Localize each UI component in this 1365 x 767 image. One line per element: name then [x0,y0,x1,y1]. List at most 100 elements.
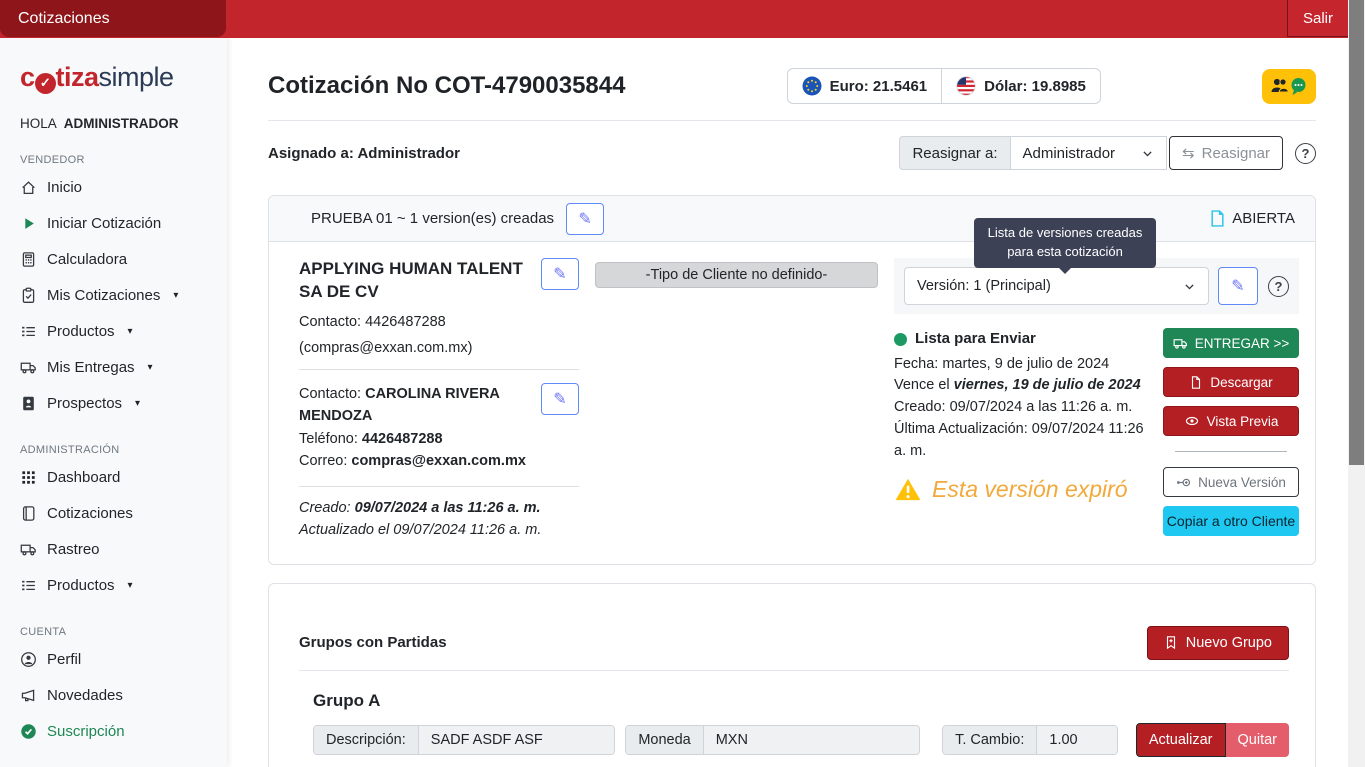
logo-text-c: c [20,62,35,92]
version-updated-line: Última Actualización: 09/07/2024 11:26 a… [894,419,1155,463]
preview-label: Vista Previa [1207,414,1279,429]
sidebar-item-suscripcion[interactable]: Suscripción [0,713,227,749]
versions-tooltip: Lista de versiones creadas para esta cot… [974,218,1156,268]
quote-card-header: PRUEBA 01 ~ 1 version(es) creadas ✎ ABIE… [269,196,1315,242]
download-button[interactable]: Descargar [1163,367,1299,397]
sidebar-item-calculadora[interactable]: Calculadora [0,241,227,277]
sidebar-item-label: Suscripción [47,723,125,740]
version-expires-line: Vence el viernes, 19 de julio de 2024 [894,375,1155,397]
description-input[interactable]: SADF ASDF ASF [419,726,615,754]
grid-icon [20,469,37,486]
new-group-label: Nuevo Grupo [1186,635,1272,651]
quote-card-body: APPLYING HUMAN TALENT SA DE CV ✎ Contact… [269,242,1315,564]
logo-text-tiza: tiza [56,62,99,92]
sidebar-item-perfil[interactable]: Perfil [0,641,227,677]
download-label: Descargar [1210,375,1272,390]
new-group-button[interactable]: Nuevo Grupo [1147,626,1289,660]
sidebar-item-label: Inicio [47,179,82,196]
assigned-to-label: Asignado a: Administrador [268,145,460,162]
sidebar-item-iniciar-cotizacion[interactable]: Iniciar Cotización [0,205,227,241]
sidebar: c✓tizasimple HOLAADMINISTRADOR VENDEDOR … [0,38,227,767]
preview-button[interactable]: Vista Previa [1163,406,1299,436]
megaphone-icon [20,687,37,704]
sidebar-item-prospectos[interactable]: Prospectos ▾ [0,385,227,421]
node-plus-icon [1176,475,1191,490]
sidebar-item-label: Cotizaciones [47,505,133,522]
reassign-button[interactable]: ⇆ Reasignar [1169,136,1283,170]
sidebar-item-mis-entregas[interactable]: Mis Entregas ▾ [0,349,227,385]
expired-warning: Esta versión expiró [894,472,1155,507]
description-label: Descripción: [314,726,419,754]
list-icon [20,577,37,594]
edit-client-button[interactable]: ✎ [541,258,579,290]
ready-status: Lista para Enviar [894,328,1155,351]
euro-flag-icon [802,76,822,96]
sidebar-item-mis-cotizaciones[interactable]: Mis Cotizaciones ▾ [0,277,227,313]
pencil-icon: ✎ [553,264,566,284]
groups-header-row: Grupos con Partidas Nuevo Grupo [299,626,1289,660]
groups-title: Grupos con Partidas [299,634,447,651]
sidebar-item-dashboard[interactable]: Dashboard [0,459,227,495]
divider [1175,451,1287,452]
new-version-button[interactable]: Nueva Versión [1163,467,1299,497]
swap-arrows-icon: ⇆ [1182,144,1195,162]
client-name: APPLYING HUMAN TALENT SA DE CV [299,258,529,304]
sidebar-item-label: Mis Cotizaciones [47,287,160,304]
sidebar-item-novedades[interactable]: Novedades [0,677,227,713]
sidebar-item-cotizaciones-admin[interactable]: Cotizaciones [0,495,227,531]
sidebar-item-productos-vendedor[interactable]: Productos ▾ [0,313,227,349]
header-divider [268,120,1316,121]
eye-icon [1184,414,1200,428]
sidebar-item-productos-admin[interactable]: Productos ▾ [0,567,227,603]
contact-mail-line: Correo: compras@exxan.com.mx [299,450,529,472]
exchange-field-group: T. Cambio: 1.00 [942,725,1118,755]
scrollbar-thumb[interactable] [1349,0,1364,465]
edit-version-button[interactable]: ✎ [1218,267,1258,305]
remove-group-button[interactable]: Quitar [1226,723,1290,757]
version-status-block: Lista para Enviar Fecha: martes, 9 de ju… [894,328,1163,536]
nav-section-vendedor: VENDEDOR [20,154,227,166]
version-actions: ENTREGAR >> Descargar Vista Previa [1163,328,1299,536]
user-greeting: HOLAADMINISTRADOR [20,116,227,131]
reassign-user-select[interactable]: Administrador [1010,136,1168,170]
app-logo[interactable]: c✓tizasimple [20,62,227,93]
sidebar-item-label: Novedades [47,687,123,704]
chevron-down-icon: ▾ [128,326,133,337]
sidebar-item-inicio[interactable]: Inicio [0,169,227,205]
help-icon[interactable]: ? [1295,143,1316,164]
logo-check-icon: ✓ [35,73,56,94]
edit-quote-title-button[interactable]: ✎ [566,203,604,235]
edit-contact-button[interactable]: ✎ [541,383,579,415]
pdf-file-icon [1189,375,1203,390]
chevron-down-icon [1141,147,1154,160]
support-chat-button[interactable] [1262,69,1316,104]
chevron-down-icon: ▾ [128,580,133,591]
euro-rate-label: Euro: 21.5461 [830,78,928,95]
version-select[interactable]: Versión: 1 (Principal) [904,267,1209,305]
deliver-button[interactable]: ENTREGAR >> [1163,328,1299,358]
greeting-hello: HOLA [20,116,57,131]
people-chat-icon [1270,75,1308,97]
play-icon [20,215,37,232]
copy-to-client-label: Copiar a otro Cliente [1167,513,1295,529]
bookmark-plus-icon [1164,635,1178,650]
page-title: Cotización No COT-4790035844 [268,72,625,100]
dolar-rate: Dólar: 19.8985 [941,69,1100,103]
logout-button[interactable]: Salir [1287,0,1349,37]
exchange-input[interactable]: 1.00 [1037,726,1116,754]
sidebar-item-label: Productos [47,323,115,340]
currency-rates: Euro: 21.5461 Dólar: 19.8985 [787,68,1101,104]
pencil-icon: ✎ [553,389,566,409]
copy-to-client-button[interactable]: Copiar a otro Cliente [1163,506,1299,536]
update-group-button[interactable]: Actualizar [1136,723,1226,757]
new-version-label: Nueva Versión [1198,475,1286,490]
version-help-icon[interactable]: ? [1268,276,1289,297]
version-column: Versión: 1 (Principal) ✎ ? Lista para En… [894,258,1299,538]
currency-input[interactable]: MXN [704,726,919,754]
page-scrollbar[interactable] [1348,0,1365,767]
pencil-icon: ✎ [1231,276,1244,296]
divider [299,670,1289,671]
truck-icon [20,359,37,376]
sidebar-item-rastreo[interactable]: Rastreo [0,531,227,567]
topbar: Cotizaciones Salir [0,0,1365,38]
